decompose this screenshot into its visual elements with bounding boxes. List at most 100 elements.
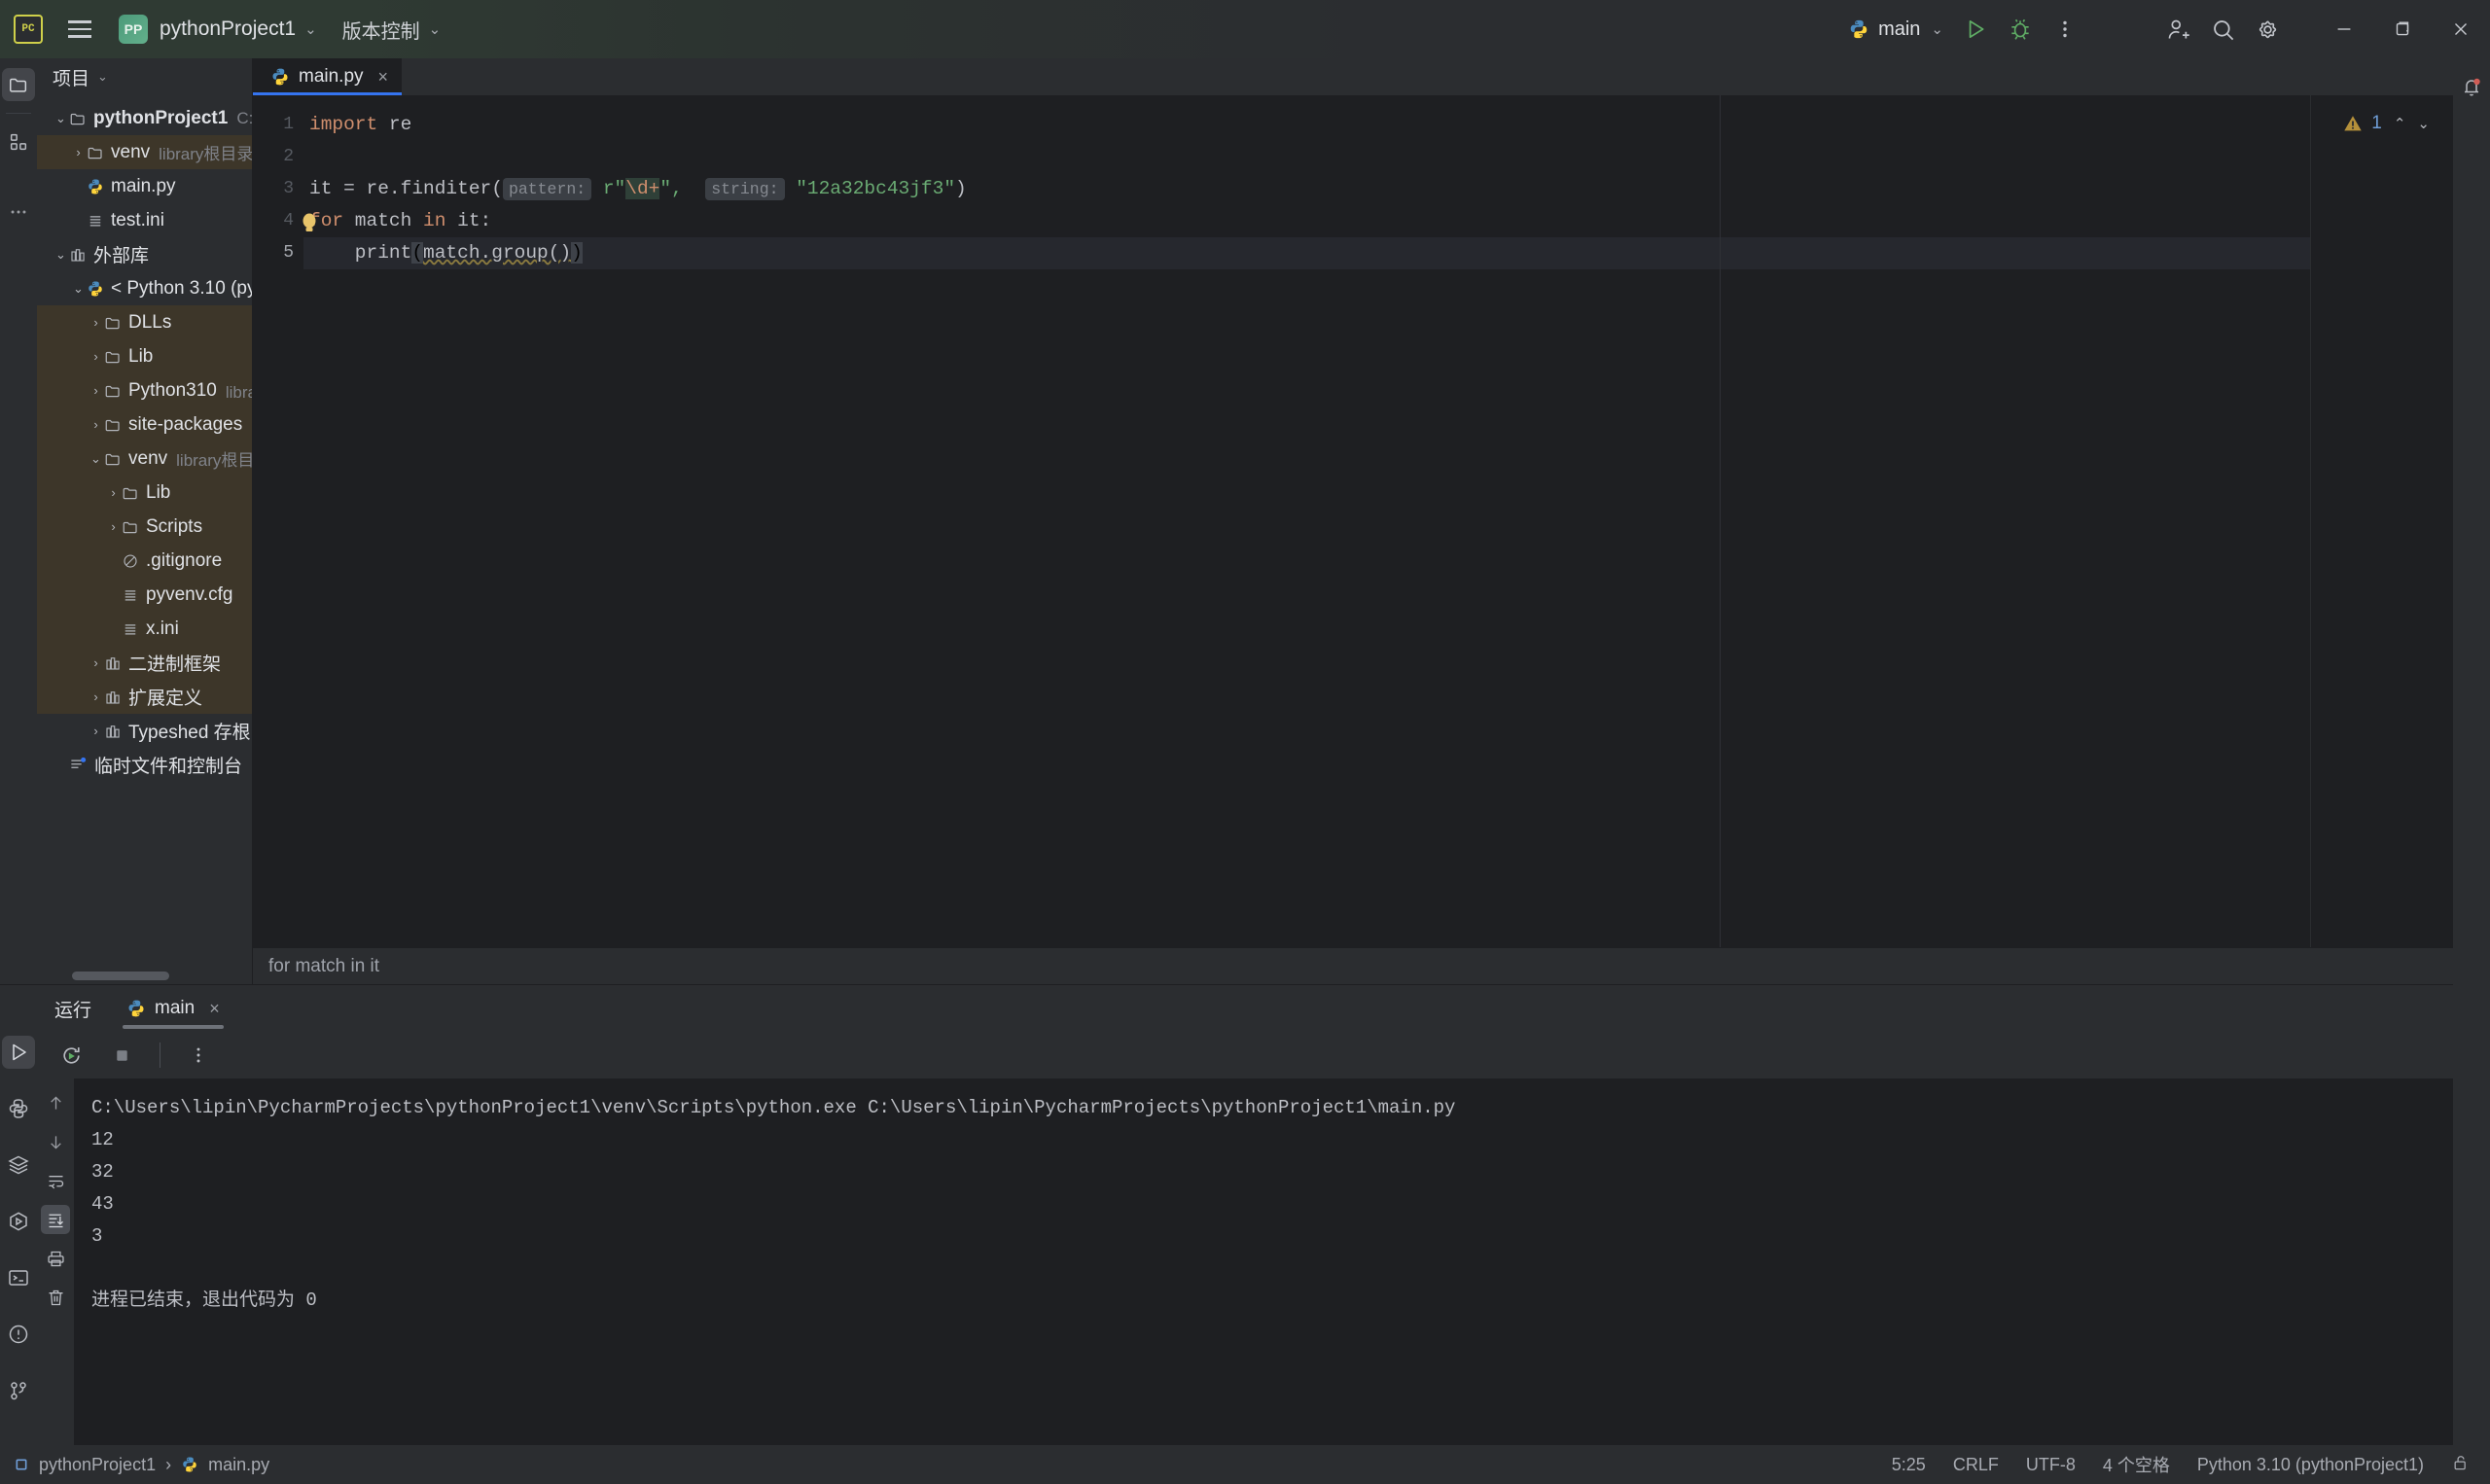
chevron-down-icon[interactable]: ⌄ <box>70 281 87 297</box>
tree-item[interactable]: ⌄ < Python 3.10 (pythonProject <box>37 271 252 305</box>
prev-problem-icon[interactable]: ⌃ <box>2394 115 2406 132</box>
main-menu-icon[interactable] <box>58 8 101 51</box>
tree-item[interactable]: › venv library根目录 <box>37 135 252 169</box>
chevron-right-icon[interactable]: › <box>88 349 104 364</box>
chevron-right-icon[interactable]: › <box>88 655 104 670</box>
sidebar-item-structure[interactable] <box>2 125 35 159</box>
scroll-down-button[interactable] <box>41 1127 70 1156</box>
python-interpreter[interactable]: Python 3.10 (pythonProject1) <box>2197 1455 2424 1475</box>
file-encoding[interactable]: UTF-8 <box>2026 1455 2076 1475</box>
editor-breadcrumb-bar[interactable]: for match in it <box>253 947 2490 984</box>
vcs-chevron-down-icon[interactable]: ⌄ <box>429 20 442 38</box>
sidebar-item-version-control[interactable] <box>2 1374 35 1407</box>
run-button[interactable] <box>1953 7 1998 52</box>
tree-item[interactable]: › Typeshed 存根 <box>37 714 252 748</box>
library-icon <box>71 248 85 262</box>
project-name-label[interactable]: pythonProject1 <box>160 18 296 41</box>
tree-item[interactable]: › 二进制框架 <box>37 646 252 680</box>
next-problem-icon[interactable]: ⌄ <box>2417 115 2430 132</box>
tree-item[interactable]: test.ini <box>37 203 252 237</box>
code-content[interactable]: import re it = re.finditer(pattern: r"\d… <box>303 95 2310 947</box>
editor-gutter[interactable]: 1 2 3 4 5 <box>253 95 303 947</box>
run-more-button[interactable] <box>176 1033 221 1078</box>
caret-position[interactable]: 5:25 <box>1892 1455 1926 1475</box>
run-config-chevron-down-icon[interactable]: ⌄ <box>1931 20 1943 38</box>
chevron-right-icon[interactable]: › <box>88 724 104 738</box>
maximize-button[interactable] <box>2373 0 2432 58</box>
indent-setting[interactable]: 4 个空格 <box>2103 1452 2170 1477</box>
debug-button[interactable] <box>1998 7 2043 52</box>
chevron-right-icon[interactable]: › <box>105 485 122 500</box>
print-button[interactable] <box>41 1244 70 1273</box>
project-panel-chevron-down-icon[interactable]: ⌄ <box>97 69 108 85</box>
status-project-name[interactable]: pythonProject1 <box>39 1455 156 1475</box>
sidebar-item-project[interactable] <box>1 68 35 101</box>
tree-item[interactable]: › Lib <box>37 339 252 373</box>
sidebar-item-python-console[interactable] <box>2 1092 35 1125</box>
settings-button[interactable] <box>2245 7 2290 52</box>
chevron-right-icon[interactable]: › <box>88 689 104 704</box>
code-bracket-open: ( <box>411 242 424 264</box>
console-output[interactable]: C:\Users\lipin\PycharmProjects\pythonPro… <box>74 1078 2490 1445</box>
scroll-up-button[interactable] <box>41 1088 70 1117</box>
sidebar-item-terminal[interactable] <box>2 1261 35 1294</box>
tree-item[interactable]: › Scripts <box>37 510 252 544</box>
tree-item[interactable]: ⌄ pythonProject1 C:\Users\lipin <box>37 101 252 135</box>
project-tree[interactable]: ⌄ pythonProject1 C:\Users\lipin › venv librar… <box>37 95 252 984</box>
inspection-status[interactable]: 1 ⌃ ⌄ <box>2342 113 2430 134</box>
tree-item[interactable]: pyvenv.cfg <box>37 578 252 612</box>
sidebar-item-problems[interactable] <box>2 1318 35 1351</box>
chevron-right-icon[interactable]: › <box>88 417 104 432</box>
sidebar-item-more-tool-windows[interactable] <box>2 195 35 229</box>
more-actions-button[interactable] <box>2043 7 2087 52</box>
read-only-toggle[interactable] <box>2451 1453 2471 1477</box>
sidebar-item-run[interactable] <box>2 1036 35 1069</box>
sidebar-item-services[interactable] <box>2 1148 35 1182</box>
search-button[interactable] <box>2200 7 2245 52</box>
chevron-down-icon[interactable]: ⌄ <box>88 451 104 467</box>
status-breadcrumb[interactable]: pythonProject1 › main.py <box>14 1455 269 1475</box>
clear-console-button[interactable] <box>41 1283 70 1312</box>
chevron-right-icon[interactable]: › <box>70 145 87 159</box>
tree-item[interactable]: ⌄ venv library根目录 <box>37 442 252 476</box>
run-tab-close-icon[interactable]: × <box>209 999 220 1019</box>
tree-item[interactable]: › 扩展定义 <box>37 680 252 714</box>
close-button[interactable] <box>2432 0 2490 58</box>
line-separator[interactable]: CRLF <box>1953 1455 1999 1475</box>
project-tree-hscrollbar[interactable] <box>72 972 252 980</box>
status-file-name[interactable]: main.py <box>208 1455 269 1475</box>
minimize-button[interactable] <box>2315 0 2373 58</box>
run-tool-window-title[interactable]: 运行 <box>37 985 109 1032</box>
tab-main-py[interactable]: main.py × <box>253 58 403 95</box>
tree-item[interactable]: 临时文件和控制台 <box>37 748 252 782</box>
tree-item[interactable]: ⌄ 外部库 <box>37 237 252 271</box>
project-panel-header[interactable]: 项目 ⌄ <box>37 58 252 95</box>
tab-close-icon[interactable]: × <box>378 67 389 88</box>
rerun-button[interactable] <box>49 1033 93 1078</box>
soft-wrap-button[interactable] <box>41 1166 70 1195</box>
stop-button[interactable] <box>99 1033 144 1078</box>
tree-item[interactable]: x.ini <box>37 612 252 646</box>
chevron-down-icon[interactable]: ⌄ <box>53 111 69 126</box>
vcs-menu-label[interactable]: 版本控制 <box>342 16 420 44</box>
tree-item[interactable]: main.py <box>37 169 252 203</box>
chevron-down-icon[interactable]: ⌄ <box>53 247 69 263</box>
pycharm-logo-icon[interactable]: PC <box>14 15 43 44</box>
tree-item[interactable]: .gitignore <box>37 544 252 578</box>
intention-bulb-icon[interactable] <box>300 212 319 235</box>
project-badge[interactable]: PP <box>119 15 148 44</box>
chevron-down-icon[interactable]: ⌄ <box>304 20 317 38</box>
chevron-right-icon[interactable]: › <box>88 383 104 398</box>
run-tab-main[interactable]: main × <box>109 985 237 1032</box>
add-user-button[interactable] <box>2155 7 2200 52</box>
tree-item[interactable]: › Python310 library根目录 <box>37 373 252 407</box>
scroll-to-end-button[interactable] <box>41 1205 70 1234</box>
chevron-right-icon[interactable]: › <box>88 315 104 330</box>
tree-item[interactable]: › site-packages <box>37 407 252 442</box>
sidebar-item-run-anything[interactable] <box>2 1205 35 1238</box>
run-config-selector[interactable]: main ⌄ <box>1848 18 1943 41</box>
tree-item[interactable]: › Lib <box>37 476 252 510</box>
tree-item[interactable]: › DLLs <box>37 305 252 339</box>
notifications-button[interactable] <box>2455 70 2488 103</box>
chevron-right-icon[interactable]: › <box>105 519 122 534</box>
